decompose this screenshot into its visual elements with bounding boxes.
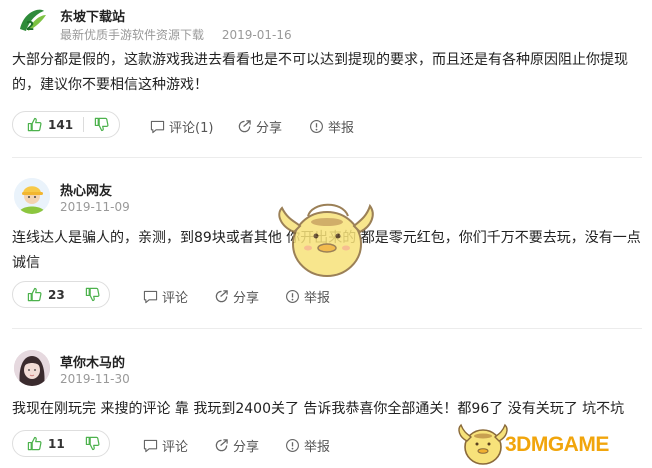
vote-box: 11: [12, 430, 110, 457]
user-avatar-icon: [14, 178, 50, 214]
author-meta: 最新优质手游软件资源下载 2019-01-16: [60, 26, 292, 43]
avatar[interactable]: [14, 350, 50, 386]
mascot-watermark-icon: [278, 203, 374, 277]
vote-box: 23: [12, 281, 110, 308]
report-label: 举报: [304, 291, 331, 306]
comment-date: 2019-01-16: [221, 28, 292, 42]
thumbs-down-icon: [85, 436, 100, 451]
avatar[interactable]: [14, 178, 50, 214]
dislike-button[interactable]: [84, 112, 119, 137]
comment-label: 评论: [162, 440, 189, 455]
comment-button[interactable]: 评论: [143, 436, 188, 455]
user-avatar-icon: [14, 350, 50, 386]
report-button[interactable]: 举报: [285, 287, 330, 306]
like-count: 141: [48, 117, 74, 132]
comment-label: 评论: [162, 291, 189, 306]
like-count: 23: [48, 287, 65, 302]
report-label: 举报: [328, 121, 355, 136]
svg-text:2: 2: [26, 19, 34, 33]
thumbs-up-icon: [27, 117, 42, 132]
report-icon: [310, 120, 323, 133]
share-button[interactable]: 分享: [214, 287, 259, 306]
comment-icon: [150, 120, 165, 133]
comment-card: 2 东坡下载站 最新优质手游软件资源下载 2019-01-16 大部分都是假的，…: [0, 0, 652, 150]
comment-text: 大部分都是假的，这款游戏我进去看看也是不可以达到提现的要求，而且还是有各种原因阻…: [12, 52, 628, 93]
report-button[interactable]: 举报: [285, 436, 330, 455]
share-label: 分享: [256, 121, 283, 136]
author-meta: 2019-11-09: [60, 200, 130, 214]
comment-icon: [143, 290, 158, 303]
report-icon: [286, 290, 299, 303]
comment-date: 2019-11-30: [60, 372, 130, 386]
report-button[interactable]: 举报: [309, 117, 354, 136]
like-count: 11: [48, 436, 65, 451]
site-logo-icon: 2: [15, 4, 49, 38]
avatar[interactable]: 2: [14, 3, 50, 39]
watermark-text: 3DMGAME: [505, 433, 609, 456]
thumbs-up-icon: [27, 436, 42, 451]
report-icon: [286, 439, 299, 452]
divider: [12, 328, 642, 329]
dislike-button[interactable]: [75, 282, 110, 307]
like-button[interactable]: 11: [13, 431, 75, 456]
thumbs-down-icon: [94, 117, 109, 132]
author-name[interactable]: 热心网友: [60, 180, 112, 199]
thumbs-up-icon: [27, 287, 42, 302]
site-watermark: 3DMGAME: [455, 415, 652, 468]
share-icon: [238, 120, 251, 133]
share-label: 分享: [233, 291, 260, 306]
watermark-mascot-icon: [458, 423, 508, 465]
thumbs-down-icon: [85, 287, 100, 302]
author-meta: 2019-11-30: [60, 372, 130, 386]
author-name[interactable]: 草你木马的: [60, 352, 125, 371]
report-label: 举报: [304, 440, 331, 455]
divider: [12, 157, 642, 158]
like-button[interactable]: 23: [13, 282, 75, 307]
share-icon: [215, 439, 228, 452]
author-name[interactable]: 东坡下载站: [60, 6, 125, 25]
share-icon: [215, 290, 228, 303]
share-button[interactable]: 分享: [237, 117, 282, 136]
comment-button[interactable]: 评论(1): [150, 117, 213, 136]
like-button[interactable]: 141: [13, 112, 83, 137]
share-button[interactable]: 分享: [214, 436, 259, 455]
comment-date: 2019-11-09: [60, 200, 130, 214]
comment-label: 评论(1): [169, 121, 214, 136]
share-label: 分享: [233, 440, 260, 455]
author-subtitle: 最新优质手游软件资源下载: [60, 28, 205, 42]
comment-button[interactable]: 评论: [143, 287, 188, 306]
comment-icon: [143, 439, 158, 452]
dislike-button[interactable]: [75, 431, 110, 456]
vote-box: 141: [12, 111, 120, 138]
